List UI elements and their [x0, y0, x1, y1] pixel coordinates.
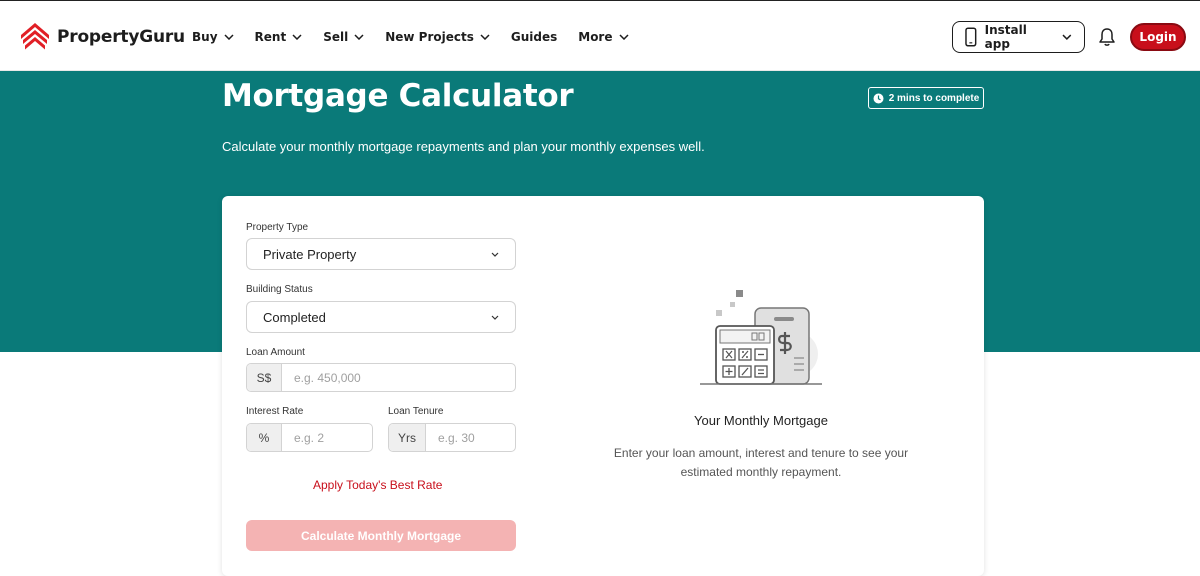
- install-app-button[interactable]: Install app: [952, 21, 1085, 53]
- nav-item-label: Guides: [510, 29, 558, 44]
- currency-prefix: S$: [247, 364, 282, 391]
- property-type-value: Private Property: [263, 246, 357, 262]
- nav-item-sell[interactable]: Sell: [323, 30, 364, 44]
- chevron-down-icon: [491, 315, 499, 320]
- loan-tenure-input[interactable]: [426, 424, 515, 451]
- property-type-select[interactable]: Private Property: [246, 238, 516, 270]
- percent-prefix: %: [247, 424, 282, 451]
- building-status-label: Building Status: [246, 284, 313, 295]
- nav-item-label: New Projects: [385, 29, 474, 44]
- loan-amount-label: Loan Amount: [246, 347, 305, 358]
- interest-rate-input[interactable]: [282, 424, 372, 451]
- nav-item-more[interactable]: More: [578, 29, 629, 44]
- property-type-label: Property Type: [246, 222, 309, 233]
- building-status-select[interactable]: Completed: [246, 301, 516, 333]
- brand-logo[interactable]: PropertyGuru: [19, 21, 185, 53]
- login-button[interactable]: Login: [1130, 23, 1186, 51]
- loan-amount-input[interactable]: [282, 364, 515, 391]
- loan-amount-field: S$: [246, 363, 516, 392]
- building-status-value: Completed: [263, 309, 326, 325]
- brand-name: PropertyGuru: [57, 27, 185, 47]
- nav-item-rent[interactable]: Rent: [255, 30, 303, 44]
- nav-item-buy[interactable]: Buy: [192, 30, 234, 44]
- nav-item-new-projects[interactable]: New Projects: [385, 30, 490, 44]
- chevron-down-icon: [223, 33, 234, 40]
- result-description: Enter your loan amount, interest and ten…: [613, 446, 909, 479]
- propertyguru-logo-icon: [21, 23, 49, 50]
- calculator-illustration: [700, 290, 822, 385]
- chevron-down-icon: [618, 33, 629, 40]
- install-app-label: Install app: [984, 23, 1027, 51]
- duration-badge: 2 mins to complete: [868, 87, 984, 109]
- years-prefix: Yrs: [389, 424, 426, 451]
- main-nav: Buy Rent Sell New Projects Guides More: [192, 1, 629, 72]
- phone-icon: [965, 27, 977, 47]
- duration-badge-text: 2 mins to complete: [888, 92, 980, 104]
- chevron-down-icon: [1062, 34, 1072, 40]
- page-subtitle: Calculate your monthly mortgage repaymen…: [222, 139, 705, 154]
- nav-item-label: Buy: [192, 29, 218, 44]
- clock-icon: [873, 93, 884, 103]
- chevron-down-icon: [491, 252, 499, 257]
- chevron-down-icon: [480, 33, 490, 40]
- apply-best-rate-link[interactable]: Apply Today's Best Rate: [313, 478, 442, 492]
- chevron-down-icon: [354, 33, 364, 40]
- nav-item-guides[interactable]: Guides: [511, 30, 557, 44]
- nav-item-label: Sell: [323, 29, 349, 44]
- result-title: Your Monthly Mortgage: [694, 413, 828, 428]
- chevron-down-icon: [292, 33, 302, 40]
- top-header: PropertyGuru Buy Rent Sell New Projects …: [0, 0, 1200, 71]
- calculate-mortgage-button[interactable]: Calculate Monthly Mortgage: [246, 520, 516, 551]
- bell-icon[interactable]: [1098, 27, 1116, 47]
- nav-item-label: Rent: [254, 29, 287, 44]
- page-title: Mortgage Calculator: [222, 78, 574, 114]
- calculator-card: Property Type Private Property Building …: [222, 196, 984, 576]
- nav-item-label: More: [578, 29, 613, 44]
